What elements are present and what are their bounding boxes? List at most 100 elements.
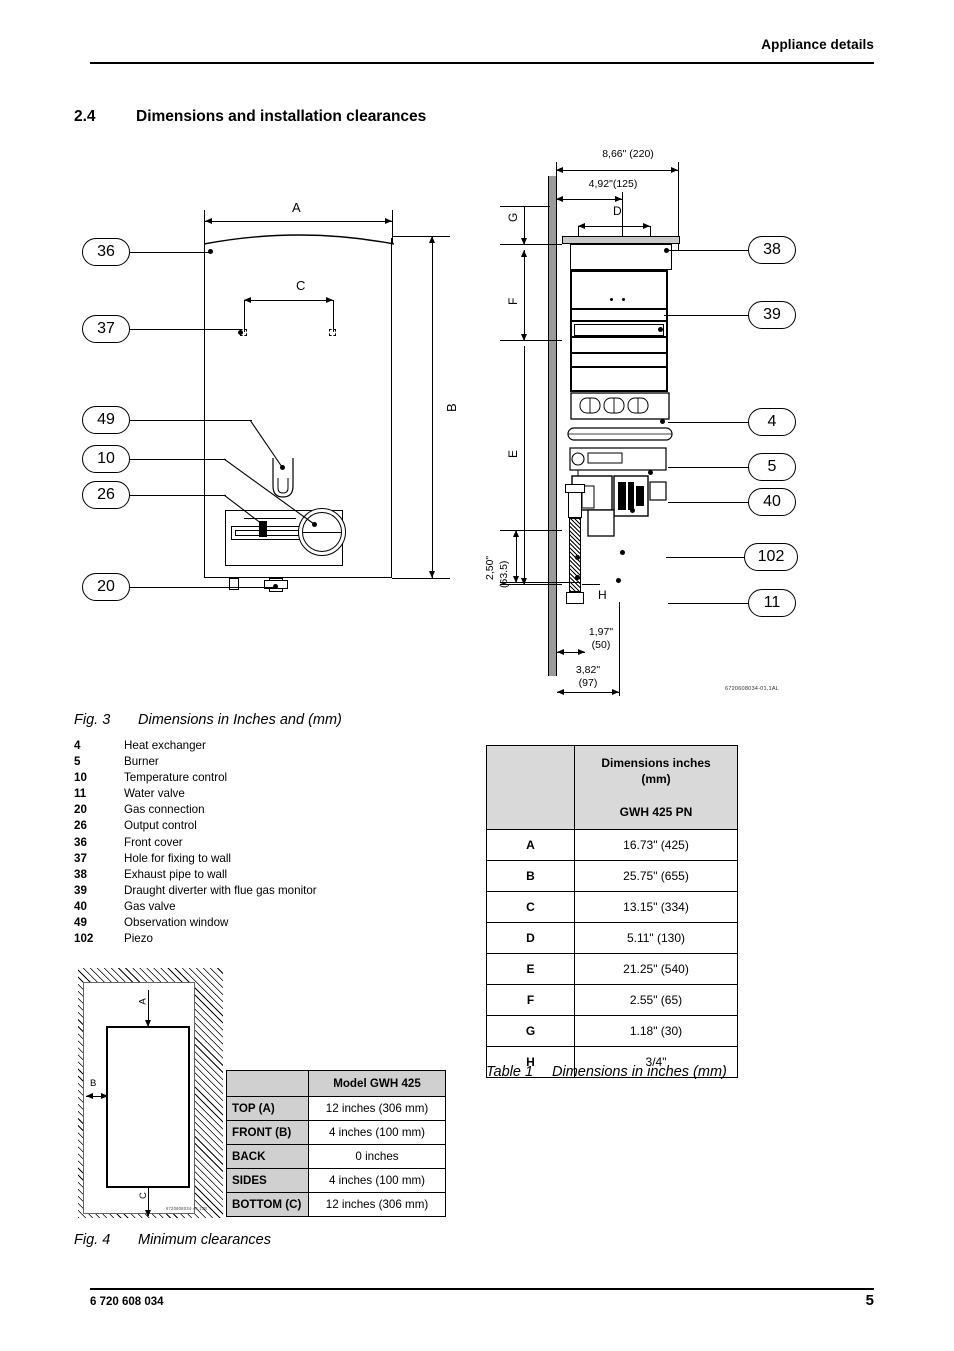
figure3-front-view: A B C 36 37 49 10 26 20 xyxy=(74,190,464,640)
dim-c-ext-right xyxy=(333,300,335,332)
dim-125-line xyxy=(556,199,622,201)
wall-hole-right xyxy=(329,329,336,336)
hx-fin-4 xyxy=(572,352,666,354)
leader-40 xyxy=(668,502,750,504)
figure4-drawing-code: 6720608034-44,1JB xyxy=(166,1206,208,1211)
document-number: 6 720 608 034 xyxy=(90,1296,164,1308)
clr-row-key: SIDES xyxy=(226,1168,309,1193)
table1-caption-text: Dimensions in inches (mm) xyxy=(552,1064,727,1080)
callout-26[interactable]: 26 xyxy=(82,481,130,509)
burner-assembly xyxy=(570,392,670,420)
table-row: SIDES 4 inches (100 mm) xyxy=(226,1168,446,1193)
dim-row-value: 2.55" (65) xyxy=(574,983,738,1016)
callout-39[interactable]: 39 xyxy=(748,301,796,329)
dimension-label-c: C xyxy=(296,278,306,293)
dim-c-arrow-right xyxy=(326,297,333,303)
callout-point-36 xyxy=(208,249,213,254)
page-number: 5 xyxy=(865,1292,874,1309)
callout-point-h2 xyxy=(575,555,580,560)
dim-row-value: 13.15" (334) xyxy=(574,890,738,923)
dim-header-line2: (mm) xyxy=(641,772,671,787)
dial-indicator xyxy=(303,532,341,534)
clr-row-value: 4 inches (100 mm) xyxy=(308,1120,446,1145)
dim-63-5: (63.5) xyxy=(498,560,510,588)
callout-36[interactable]: 36 xyxy=(82,238,130,266)
callout-20[interactable]: 20 xyxy=(82,573,130,601)
callout-point-h xyxy=(575,575,580,580)
legend-label: Water valve xyxy=(124,787,185,801)
dim-row-value: 1.18" (30) xyxy=(574,1014,738,1047)
dimension-label-e: E xyxy=(506,449,520,458)
callout-38[interactable]: 38 xyxy=(748,236,796,264)
legend-key: 10 xyxy=(74,771,87,785)
dim-row-value: 5.11" (130) xyxy=(574,921,738,954)
legend-item: 10 Temperature control xyxy=(74,770,464,786)
legend-label: Front cover xyxy=(124,835,183,849)
legend-item: 26 Output control xyxy=(74,818,464,834)
dimension-label-a: A xyxy=(292,200,301,215)
leader-10 xyxy=(130,459,226,461)
callout-10[interactable]: 10 xyxy=(82,445,130,473)
pipe-nut-upper xyxy=(565,484,585,493)
dim-header-line1: Dimensions inches xyxy=(601,756,711,770)
dim-row-value: 25.75" (655) xyxy=(574,859,738,892)
hx-fin-3 xyxy=(572,336,666,338)
figure3-side-view: 8,66" (220) 4,92"(125) G F E D 2,50" (63… xyxy=(470,140,870,710)
header-title: Appliance details xyxy=(761,37,874,52)
dim-250-ext-top xyxy=(500,530,562,532)
appliance-top-curve xyxy=(203,234,395,245)
clr-header-empty xyxy=(226,1070,309,1097)
legend-key: 11 xyxy=(74,787,87,801)
gas-manifold xyxy=(567,427,673,441)
legend-item: 39 Draught diverter with flue gas monito… xyxy=(74,883,464,899)
dim-250-line xyxy=(516,530,518,582)
wall-section xyxy=(548,176,557,676)
figure3-caption-text: Dimensions in Inches and (mm) xyxy=(138,712,342,728)
callout-11[interactable]: 11 xyxy=(748,589,796,617)
dim-220-arrow-right xyxy=(671,167,678,173)
legend-key: 40 xyxy=(74,899,87,913)
table-row: B 25.75" (655) xyxy=(486,859,738,892)
leader-49 xyxy=(130,420,252,422)
callout-40[interactable]: 40 xyxy=(748,488,796,516)
legend-item: 38 Exhaust pipe to wall xyxy=(74,867,464,883)
dimension-label-h: H xyxy=(598,588,607,602)
legend-key: 49 xyxy=(74,916,87,930)
dim-d-line xyxy=(578,226,650,228)
figure3-caption-number: Fig. 3 xyxy=(74,712,111,728)
table-row: A 16.73" (425) xyxy=(486,828,738,861)
legend-label: Output control xyxy=(124,819,197,833)
dim-g-ext-top xyxy=(500,206,550,208)
clr-row-key: BACK xyxy=(226,1144,309,1169)
leader-4 xyxy=(668,422,750,424)
leader-26 xyxy=(130,495,226,497)
callout-37[interactable]: 37 xyxy=(82,315,130,343)
table-row: G 1.18" (30) xyxy=(486,1014,738,1047)
figure4-clearance-drawing: A B C 6720608034-44,1JB xyxy=(78,968,223,1223)
flue-gas-monitor-strip xyxy=(574,324,664,336)
dim-b-line xyxy=(432,236,434,578)
dim-header-line3: GWH 425 PN xyxy=(619,804,693,819)
callout-point-10 xyxy=(312,522,317,527)
legend-item: 5 Burner xyxy=(74,754,464,770)
clr-row-value: 12 inches (306 mm) xyxy=(308,1096,446,1121)
hx-fin-1 xyxy=(572,308,666,310)
legend-label: Draught diverter with flue gas monitor xyxy=(124,883,317,897)
dim-97: (97) xyxy=(578,677,598,689)
callout-point-26 xyxy=(260,523,265,528)
exhaust-hood xyxy=(562,236,680,244)
appliance-outline xyxy=(106,1026,190,1188)
callout-5[interactable]: 5 xyxy=(748,453,796,481)
table-row: FRONT (B) 4 inches (100 mm) xyxy=(226,1120,446,1145)
table-header-row: Model GWH 425 xyxy=(226,1070,446,1097)
clearance-b-arrow-left xyxy=(86,1093,93,1099)
dim-97-arrow-left xyxy=(557,689,564,695)
callout-4[interactable]: 4 xyxy=(748,408,796,436)
callout-102[interactable]: 102 xyxy=(744,543,798,571)
clearance-c-arrow xyxy=(145,1210,151,1217)
callout-49[interactable]: 49 xyxy=(82,406,130,434)
table1-caption-number: Table 1 xyxy=(486,1064,534,1080)
dim-row-key: E xyxy=(486,952,575,985)
section-heading: 2.4 Dimensions and installation clearance… xyxy=(74,108,774,126)
leader-20 xyxy=(130,587,276,589)
